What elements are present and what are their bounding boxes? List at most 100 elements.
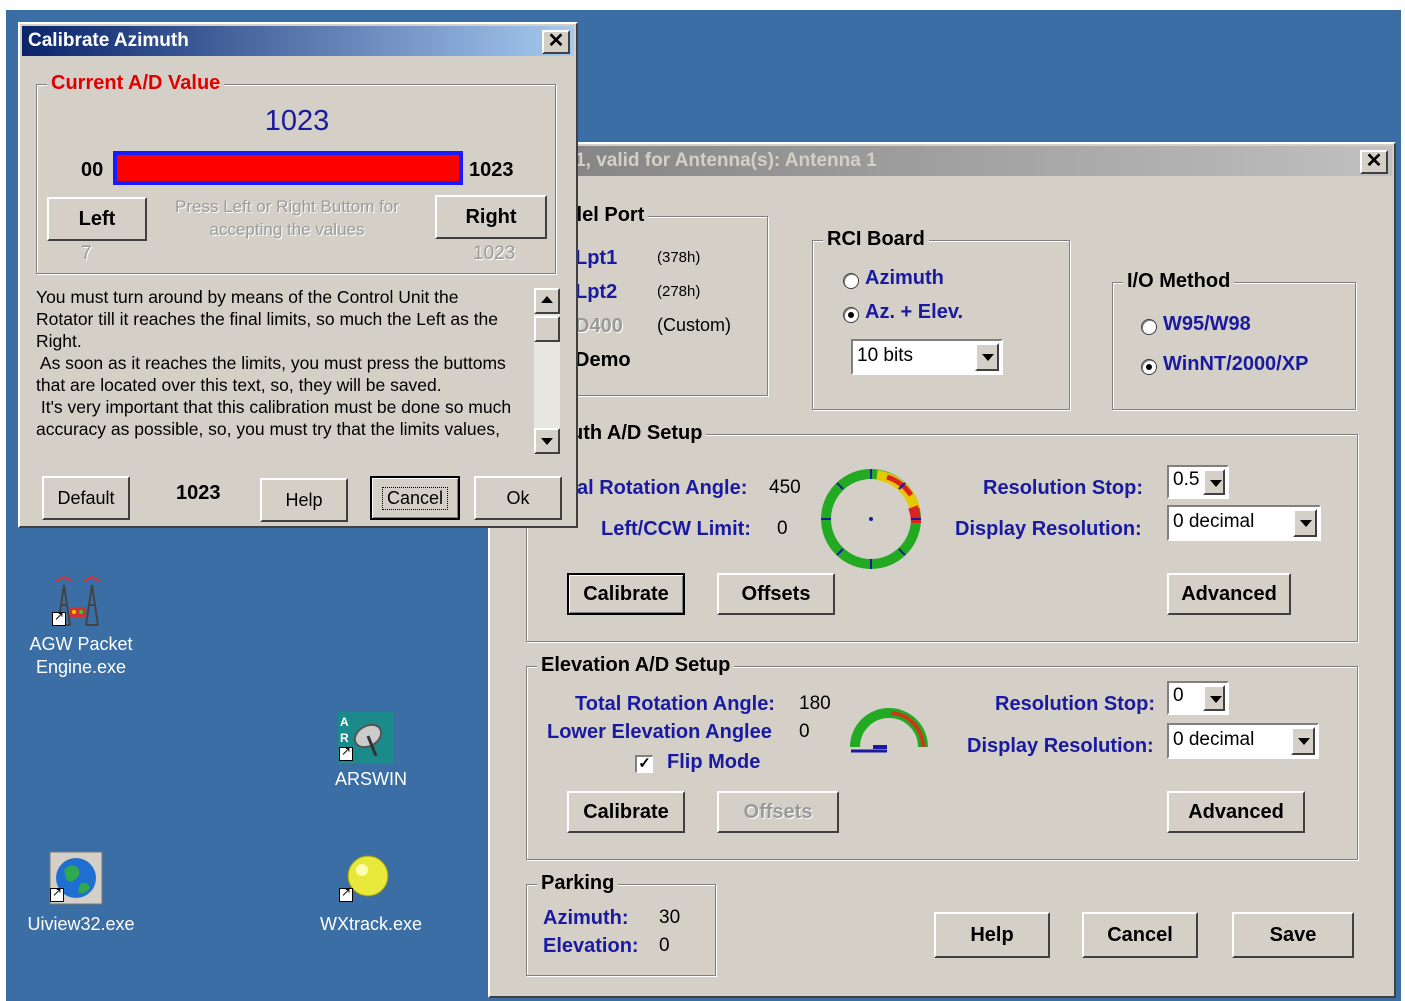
default-button[interactable]: Default xyxy=(42,476,130,520)
icon-label: Uiview32.exe xyxy=(27,914,135,934)
az-res-stop-select[interactable]: 0.5 xyxy=(1167,465,1229,499)
cancel-button[interactable]: Cancel xyxy=(370,476,460,520)
lpt1-address: (378h) xyxy=(657,249,701,266)
svg-text:R: R xyxy=(340,731,349,745)
dropdown-arrow-icon[interactable] xyxy=(1203,685,1225,711)
icon-label-line2: Engine.exe xyxy=(35,657,127,677)
az-advanced-button[interactable]: Advanced xyxy=(1167,573,1291,615)
d400-option[interactable]: D400 xyxy=(575,315,623,338)
parallel-port-group: llel Port Lpt1 (378h) Lpt2 (278h) D400 (… xyxy=(550,204,768,396)
desktop-icon-agw-packet[interactable]: AGW Packet Engine.exe xyxy=(6,570,146,690)
instruction-line: Rotator till it reaches the final limits… xyxy=(36,309,499,329)
d400-address: (Custom) xyxy=(657,315,732,335)
az-res-stop-value: 0.5 xyxy=(1173,469,1200,490)
az-calibrate-button[interactable]: Calibrate xyxy=(567,573,685,615)
parking-az-label: Azimuth: xyxy=(543,907,629,929)
left-value: 7 xyxy=(81,243,92,264)
el-advanced-button[interactable]: Advanced xyxy=(1167,791,1305,833)
az-elev-radio-label[interactable]: Az. + Elev. xyxy=(865,301,963,324)
io-method-group: I/O Method W95/W98 WinNT/2000/XP xyxy=(1112,270,1356,410)
rci-setup-window: r RCI Nr 1, valid for Antenna(s): Antenn… xyxy=(488,142,1396,998)
rci-board-title: RCI Board xyxy=(823,228,929,251)
el-res-stop-select[interactable]: 0 xyxy=(1167,681,1229,715)
az-ccw-value: 0 xyxy=(777,518,788,539)
flip-mode-label[interactable]: Flip Mode xyxy=(667,751,760,774)
arrow-up-icon xyxy=(541,296,553,303)
az-disp-res-select[interactable]: 0 decimal xyxy=(1167,505,1321,541)
el-res-stop-label: Resolution Stop: xyxy=(995,693,1155,715)
scroll-up-button[interactable] xyxy=(534,288,560,314)
help-button[interactable]: Help xyxy=(260,478,348,522)
current-value-readout: 1023 xyxy=(176,482,221,504)
parking-el-label: Elevation: xyxy=(543,935,639,957)
instruction-line: It's very important that this calibratio… xyxy=(36,397,512,417)
parking-az-value: 30 xyxy=(659,907,681,928)
instruction-line: You must turn around by means of the Con… xyxy=(36,287,459,307)
dropdown-arrow-icon[interactable] xyxy=(1291,727,1315,755)
scroll-down-button[interactable] xyxy=(534,428,560,454)
w95-radio-label[interactable]: W95/W98 xyxy=(1163,313,1251,336)
shortcut-arrow-icon xyxy=(50,885,64,902)
icon-label-line1: AGW Packet xyxy=(29,634,133,654)
winnt-radio[interactable] xyxy=(1141,359,1157,375)
el-calibrate-button[interactable]: Calibrate xyxy=(567,791,685,833)
lpt1-option[interactable]: Lpt1 xyxy=(575,247,617,270)
icon-label: ARSWIN xyxy=(335,769,407,789)
shortcut-arrow-icon xyxy=(339,885,353,902)
el-lower-value: 0 xyxy=(799,721,810,742)
elevation-setup-title: Elevation A/D Setup xyxy=(537,654,735,677)
dropdown-arrow-icon[interactable] xyxy=(1203,469,1225,495)
right-button[interactable]: Right xyxy=(435,195,547,239)
shortcut-arrow-icon xyxy=(339,744,353,761)
flip-mode-checkbox[interactable]: ✓ xyxy=(635,755,653,773)
lpt2-option[interactable]: Lpt2 xyxy=(575,281,617,304)
az-rotation-label: al Rotation Angle: xyxy=(577,477,748,499)
instructions-scrollbar[interactable] xyxy=(534,288,560,454)
parking-el-value: 0 xyxy=(659,935,670,956)
dropdown-arrow-icon[interactable] xyxy=(975,343,999,371)
az-elev-radio[interactable] xyxy=(843,307,859,323)
desktop-icon-arswin[interactable]: A R ARSWIN xyxy=(296,705,436,805)
azimuth-radio[interactable] xyxy=(843,273,859,289)
left-button[interactable]: Left xyxy=(47,197,147,241)
elevation-dial-icon xyxy=(850,708,928,753)
arrow-down-icon xyxy=(541,438,553,445)
azimuth-radio-label[interactable]: Azimuth xyxy=(865,267,944,290)
parking-title: Parking xyxy=(537,872,619,895)
current-ad-group: Current A/D Value 1023 00 1023 Left Pres… xyxy=(36,72,556,274)
calibrate-titlebar: Calibrate Azimuth xyxy=(22,26,574,56)
el-rotation-label: Total Rotation Angle: xyxy=(575,693,775,715)
el-disp-res-select[interactable]: 0 decimal xyxy=(1167,723,1319,759)
demo-option[interactable]: Demo xyxy=(575,349,631,372)
ok-button[interactable]: Ok xyxy=(474,476,562,520)
setup-help-button[interactable]: Help xyxy=(934,912,1050,958)
winnt-radio-label[interactable]: WinNT/2000/XP xyxy=(1163,353,1308,376)
el-disp-res-value: 0 decimal xyxy=(1173,729,1255,750)
el-lower-label: Lower Elevation Anglee xyxy=(547,721,772,743)
hint-text: Press Left or Right Buttom for accepting… xyxy=(167,195,407,241)
hint-text-content: Press Left or Right Buttom for accepting… xyxy=(175,197,399,239)
ad-progress-bar xyxy=(113,151,463,185)
scroll-thumb[interactable] xyxy=(534,316,560,342)
bar-min-label: 00 xyxy=(81,159,104,181)
bits-select[interactable]: 10 bits xyxy=(851,339,1003,375)
calibrate-title: Calibrate Azimuth xyxy=(28,30,189,51)
current-ad-title: Current A/D Value xyxy=(47,72,225,95)
setup-save-button[interactable]: Save xyxy=(1232,912,1354,958)
az-offsets-button[interactable]: Offsets xyxy=(717,573,835,615)
desktop-icon-wxtrack[interactable]: WXtrack.exe xyxy=(296,848,436,948)
desktop-icon-uiview32[interactable]: Uiview32.exe xyxy=(6,848,146,948)
azimuth-setup-group: uth A/D Setup al Rotation Angle: 450 Lef… xyxy=(526,422,1358,642)
setup-close-button[interactable]: ✕ xyxy=(1360,150,1388,174)
shortcut-arrow-icon xyxy=(52,609,66,626)
dropdown-arrow-icon[interactable] xyxy=(1293,509,1317,537)
azimuth-setup-title: uth A/D Setup xyxy=(567,422,707,445)
w95-radio[interactable] xyxy=(1141,319,1157,335)
az-disp-res-value: 0 decimal xyxy=(1173,511,1255,532)
desktop: AGW Packet Engine.exe A R ARSWIN Uiview3… xyxy=(6,10,1401,1001)
setup-cancel-button[interactable]: Cancel xyxy=(1082,912,1198,958)
calibrate-close-button[interactable]: ✕ xyxy=(542,30,570,54)
el-offsets-button[interactable]: Offsets xyxy=(717,791,839,833)
cancel-button-label: Cancel xyxy=(381,486,449,510)
elevation-setup-group: Elevation A/D Setup Total Rotation Angle… xyxy=(526,654,1358,860)
